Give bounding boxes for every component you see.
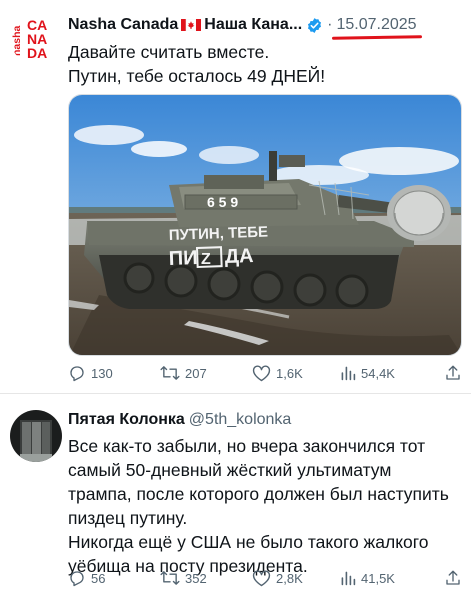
tweet-header: Nasha Canada Наша Кана... · 15.07.2025	[68, 16, 423, 40]
graffiti-line-2b: ДА	[224, 245, 253, 268]
like-count: 1,6K	[276, 365, 303, 381]
tweet-image[interactable]: 6 5 9 ПУТИН, ТЕБЕ ПИ Z ДА	[68, 94, 462, 356]
views-button[interactable]: 41,5K	[340, 570, 440, 586]
heart-icon	[252, 365, 271, 382]
nasha-canada-logo: nasha CA NA DA	[10, 12, 62, 64]
verified-badge-icon	[306, 17, 323, 34]
tweet-header: Пятая Колонка @5th_kolonka	[68, 411, 291, 429]
views-icon	[341, 571, 356, 586]
turret-number: 6 5 9	[207, 194, 238, 210]
like-button[interactable]: 1,6K	[252, 364, 340, 382]
tweet-1[interactable]: nasha CA NA DA Nasha Canada Наша Кана...…	[0, 0, 471, 393]
tweet-date[interactable]: 15.07.2025	[332, 16, 423, 40]
repost-button[interactable]: 207	[160, 364, 252, 382]
share-button[interactable]	[444, 364, 462, 382]
avatar[interactable]: nasha CA NA DA	[10, 12, 62, 64]
action-bar: 130 207 1,6K 54,4K	[68, 364, 462, 382]
reply-icon	[70, 366, 84, 382]
repost-count: 207	[185, 365, 207, 381]
share-button[interactable]	[444, 569, 462, 587]
reply-count: 130	[91, 365, 113, 381]
tweet-text: Давайте считать вместе. Путин, тебе оста…	[68, 42, 326, 86]
repost-icon	[160, 571, 180, 585]
display-name[interactable]: Nasha Canada	[68, 16, 178, 34]
display-name-cyrillic[interactable]: Наша Кана...	[204, 16, 302, 34]
reply-count: 56	[91, 570, 106, 586]
date-text: 15.07.2025	[336, 16, 417, 33]
action-bar: 56 352 2,8K 41,5K	[68, 569, 462, 587]
separator-dot: ·	[327, 16, 333, 33]
heart-icon	[252, 570, 271, 587]
graffiti-line-2a: ПИ	[168, 247, 198, 270]
avatar[interactable]	[10, 410, 62, 462]
repost-icon	[160, 366, 180, 380]
avatar-picture	[10, 410, 62, 462]
user-handle[interactable]: @5th_kolonka	[189, 411, 292, 429]
view-count: 41,5K	[361, 570, 395, 586]
display-name[interactable]: Пятая Колонка	[68, 411, 185, 429]
view-count: 54,4K	[361, 365, 395, 381]
canada-flag-icon	[181, 19, 202, 31]
reply-icon	[70, 571, 84, 587]
graffiti-line-1: ПУТИН, ТЕБЕ	[169, 224, 269, 244]
svg-text:Z: Z	[201, 251, 211, 268]
avatar-logo-word: nasha	[11, 25, 23, 56]
avatar-logo-line-3: DA	[27, 45, 47, 61]
repost-count: 352	[185, 570, 207, 586]
repost-button[interactable]: 352	[160, 569, 252, 587]
reply-button[interactable]: 56	[68, 569, 160, 587]
share-icon	[446, 365, 460, 380]
views-icon	[341, 366, 356, 381]
tank-photo: 6 5 9 ПУТИН, ТЕБЕ ПИ Z ДА	[69, 95, 461, 355]
reply-button[interactable]: 130	[68, 364, 160, 382]
tweet-text: Все как-то забыли, но вчера закончился т…	[68, 436, 449, 576]
like-count: 2,8K	[276, 570, 303, 586]
views-button[interactable]: 54,4K	[340, 365, 440, 381]
like-button[interactable]: 2,8K	[252, 569, 340, 587]
share-icon	[446, 570, 460, 585]
